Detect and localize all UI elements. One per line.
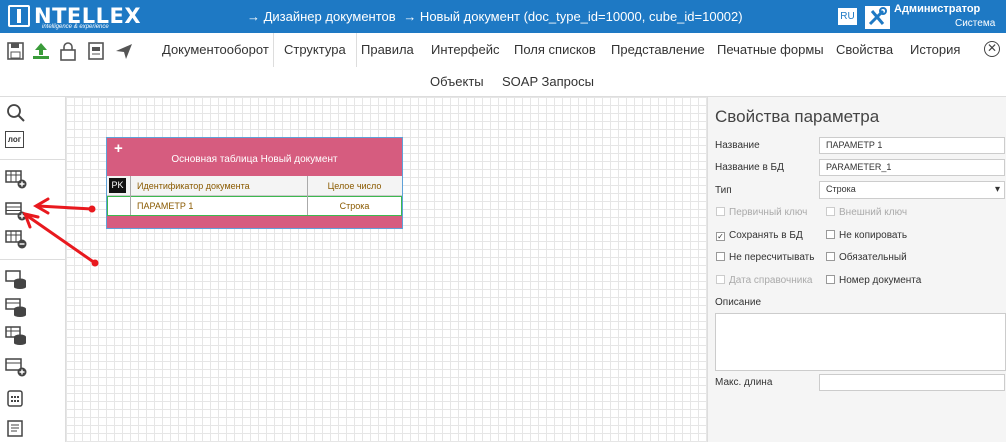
database-icon[interactable] <box>5 269 27 289</box>
table-footer <box>107 216 402 228</box>
sidebar-divider <box>0 259 66 260</box>
close-icon[interactable]: ✕ <box>984 41 1000 57</box>
lock-icon[interactable] <box>58 41 78 61</box>
checkbox-save-db[interactable]: ✓ Сохранять в БД <box>716 230 803 241</box>
row-type: Строка <box>339 201 370 211</box>
sidebar-divider <box>0 159 66 160</box>
main-table[interactable]: + Основная таблица Новый документ PK Иде… <box>106 137 403 229</box>
description-label: Описание <box>715 297 762 308</box>
dbname-field[interactable]: PARAMETER_1 <box>819 159 1005 176</box>
top-bar: NTELLEX intelligence & experience → Диза… <box>0 0 1006 33</box>
breadcrumb-item: → Новый документ (doc_type_id=10000, cub… <box>403 9 743 24</box>
table-title: Основная таблица Новый документ <box>171 154 338 165</box>
checkbox-no-copy[interactable]: Не копировать <box>826 230 907 241</box>
tab-objects[interactable]: Объекты <box>430 65 484 98</box>
column-divider <box>130 176 131 196</box>
tab-properties[interactable]: Свойства <box>836 33 893 66</box>
tools-icon[interactable] <box>865 6 890 29</box>
checkbox-primary-key: Первичный ключ <box>716 207 807 218</box>
tab-presentation[interactable]: Представление <box>611 33 705 66</box>
intellex-logo[interactable]: NTELLEX intelligence & experience <box>8 3 141 31</box>
calculator-icon[interactable] <box>5 389 27 409</box>
user-role: Система <box>955 18 996 29</box>
column-divider <box>130 196 131 215</box>
text-list-icon[interactable] <box>5 419 27 439</box>
logo-mark-icon <box>8 5 30 27</box>
properties-panel: Свойства параметра Название ПАРАМЕТР 1 Н… <box>707 97 1006 442</box>
panel-title: Свойства параметра <box>715 107 880 126</box>
maxlen-label: Макс. длина <box>715 377 773 388</box>
log-button[interactable]: лог <box>5 131 24 148</box>
tab-interface[interactable]: Интерфейс <box>431 33 499 66</box>
name-field[interactable]: ПАРАМЕТР 1 <box>819 137 1005 154</box>
type-select[interactable]: Строка <box>819 181 1005 199</box>
tab-soap[interactable]: SOAP Запросы <box>502 65 594 98</box>
type-label: Тип <box>715 185 732 196</box>
remove-table-icon[interactable] <box>5 229 27 249</box>
database-link-icon[interactable] <box>5 325 27 345</box>
dbname-label: Название в БД <box>715 162 784 173</box>
upload-icon[interactable] <box>31 41 51 61</box>
table-row-selected[interactable]: ПАРАМЕТР 1 Строка <box>107 196 402 216</box>
document-icon[interactable] <box>86 41 106 61</box>
name-label: Название <box>715 140 760 151</box>
checkbox-foreign-key: Внешний ключ <box>826 207 907 218</box>
search-icon[interactable] <box>5 103 27 123</box>
user-name[interactable]: Администратор <box>894 3 980 15</box>
send-icon[interactable] <box>114 41 134 61</box>
database-table-icon[interactable] <box>5 297 27 317</box>
checkbox-ref-date: Дата справочника <box>716 275 812 286</box>
row-name: Идентификатор документа <box>137 181 250 191</box>
logo-subtitle: intelligence & experience <box>42 24 109 30</box>
checkbox-no-recalc[interactable]: Не пересчитывать <box>716 252 814 263</box>
description-textarea[interactable] <box>715 313 1006 371</box>
language-button[interactable]: RU <box>838 8 857 25</box>
table-header[interactable]: + Основная таблица Новый документ <box>107 138 402 176</box>
tab-docflow[interactable]: Документооборот <box>162 33 269 66</box>
tab-rules[interactable]: Правила <box>361 33 414 66</box>
maxlen-field[interactable] <box>819 374 1005 391</box>
row-name: ПАРАМЕТР 1 <box>137 201 194 211</box>
tab-structure[interactable]: Структура <box>273 33 357 67</box>
add-row-icon[interactable] <box>5 201 27 221</box>
sidebar: лог <box>0 97 66 442</box>
toolbar: Документооборот Структура Правила Интерф… <box>0 33 1006 97</box>
tab-list-fields[interactable]: Поля списков <box>514 33 596 66</box>
tab-history[interactable]: История <box>910 33 960 66</box>
breadcrumb: → Дизайнер документов → Новый документ (… <box>247 9 747 24</box>
save-icon[interactable] <box>6 41 26 61</box>
add-table-icon[interactable] <box>5 169 27 189</box>
checkbox-doc-number[interactable]: Номер документа <box>826 275 921 286</box>
design-canvas[interactable]: + Основная таблица Новый документ PK Иде… <box>66 97 707 442</box>
add-list-icon[interactable] <box>5 357 27 377</box>
table-row[interactable]: PK Идентификатор документа Целое число <box>107 176 402 196</box>
row-type: Целое число <box>327 181 382 191</box>
primary-key-badge: PK <box>109 178 126 193</box>
checkbox-required[interactable]: Обязательный <box>826 252 907 263</box>
tab-print-forms[interactable]: Печатные формы <box>717 33 824 66</box>
breadcrumb-item[interactable]: → Дизайнер документов <box>247 9 396 24</box>
